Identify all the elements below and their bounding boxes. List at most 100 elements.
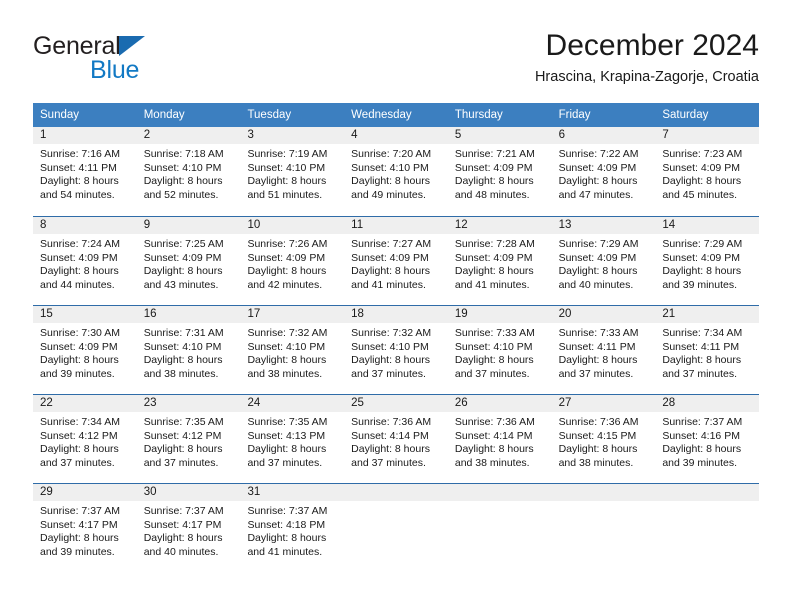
sunset-text: Sunset: 4:09 PM: [247, 251, 326, 264]
sunrise-text: Sunrise: 7:20 AM: [351, 148, 432, 160]
day-sun-info: Sunrise: 7:37 AM Sunset: 4:17 PM Daylight:…: [137, 501, 241, 559]
generalblue-logo: General Blue: [33, 32, 243, 90]
day-cell[interactable]: 28 Sunrise: 7:37 AM Sunset: 4:16 PM Dayligh…: [655, 395, 760, 483]
sunset-text: Sunset: 4:09 PM: [351, 251, 429, 264]
day-cell[interactable]: 24 Sunrise: 7:35 AM Sunset: 4:13 PM Dayligh…: [240, 395, 345, 483]
daylight-text: Daylight: 8 hours and 52 minutes.: [143, 175, 223, 201]
day-sun-info: Sunrise: 7:34 AM Sunset: 4:12 PM Daylight:…: [33, 412, 137, 470]
weekday-header-sunday: Sunday: [40, 109, 80, 121]
daylight-text: Daylight: 8 hours and 41 minutes.: [351, 265, 430, 291]
day-cell[interactable]: 23 Sunrise: 7:35 AM Sunset: 4:12 PM Dayligh…: [136, 395, 241, 483]
sunset-text: Sunset: 4:09 PM: [662, 251, 740, 264]
daylight-text: Daylight: 8 hours and 40 minutes.: [558, 265, 638, 291]
day-sun-info: Sunrise: 7:37 AM Sunset: 4:18 PM Daylight:…: [240, 501, 344, 559]
sunrise-text: Sunrise: 7:32 AM: [247, 327, 328, 339]
day-cell[interactable]: 10 Sunrise: 7:26 AM Sunset: 4:09 PM Dayligh…: [240, 217, 345, 305]
sunset-text: Sunset: 4:12 PM: [40, 429, 118, 442]
day-number: 3: [240, 127, 345, 144]
day-cell[interactable]: 15 Sunrise: 7:30 AM Sunset: 4:09 PM Dayligh…: [33, 306, 137, 394]
sunset-text: Sunset: 4:09 PM: [454, 251, 533, 264]
sunset-text: Sunset: 4:10 PM: [143, 340, 222, 353]
day-cell[interactable]: 13 Sunrise: 7:29 AM Sunset: 4:09 PM Dayligh…: [551, 217, 656, 305]
day-cell[interactable]: 25 Sunrise: 7:36 AM Sunset: 4:14 PM Dayligh…: [344, 395, 448, 483]
daylight-text: Daylight: 8 hours and 41 minutes.: [454, 265, 534, 291]
page-title: December 2024: [545, 29, 759, 62]
day-number: 2: [136, 127, 241, 144]
daylight-text: Daylight: 8 hours and 43 minutes.: [143, 265, 223, 291]
day-number: 26: [447, 395, 552, 412]
day-cell[interactable]: 31 Sunrise: 7:37 AM Sunset: 4:18 PM Dayligh…: [240, 484, 345, 572]
sunrise-text: Sunrise: 7:29 AM: [662, 238, 743, 250]
daylight-text: Daylight: 8 hours and 37 minutes.: [454, 354, 534, 380]
day-cell[interactable]: 4 Sunrise: 7:20 AM Sunset: 4:10 PM Daylight…: [344, 127, 448, 216]
day-cell[interactable]: 1 Sunrise: 7:16 AM Sunset: 4:11 PM Daylight…: [33, 127, 137, 216]
day-cell[interactable]: 22 Sunrise: 7:34 AM Sunset: 4:12 PM Dayligh…: [33, 395, 137, 483]
day-cell-empty: [447, 484, 552, 572]
day-cell[interactable]: 2 Sunrise: 7:18 AM Sunset: 4:10 PM Daylight…: [136, 127, 241, 216]
day-cell[interactable]: 5 Sunrise: 7:21 AM Sunset: 4:09 PM Daylight…: [447, 127, 552, 216]
sunset-text: Sunset: 4:09 PM: [454, 161, 533, 174]
day-sun-info: Sunrise: 7:26 AM Sunset: 4:09 PM Daylight:…: [240, 234, 344, 292]
day-cell[interactable]: 29 Sunrise: 7:37 AM Sunset: 4:17 PM Dayligh…: [33, 484, 137, 572]
day-sun-info: Sunrise: 7:29 AM Sunset: 4:09 PM Daylight:…: [655, 234, 759, 292]
day-sun-info: Sunrise: 7:32 AM Sunset: 4:10 PM Daylight:…: [240, 323, 344, 381]
calendar-page: General Blue December 2024 Hrascina, Kra…: [0, 0, 792, 612]
day-cell[interactable]: 11 Sunrise: 7:27 AM Sunset: 4:09 PM Dayligh…: [344, 217, 448, 305]
daylight-text: Daylight: 8 hours and 38 minutes.: [247, 354, 327, 380]
day-cell[interactable]: 30 Sunrise: 7:37 AM Sunset: 4:17 PM Dayligh…: [136, 484, 241, 572]
sunrise-text: Sunrise: 7:35 AM: [143, 416, 224, 428]
weekday-header-thursday: Thursday: [454, 109, 503, 121]
day-cell[interactable]: 6 Sunrise: 7:22 AM Sunset: 4:09 PM Daylight…: [551, 127, 656, 216]
sunrise-text: Sunrise: 7:37 AM: [143, 505, 224, 517]
calendar-week-row: 8 Sunrise: 7:24 AM Sunset: 4:09 PM Daylight…: [33, 216, 760, 305]
day-cell[interactable]: 18 Sunrise: 7:32 AM Sunset: 4:10 PM Dayligh…: [344, 306, 448, 394]
daylight-text: Daylight: 8 hours and 49 minutes.: [351, 175, 430, 201]
day-sun-info: Sunrise: 7:21 AM Sunset: 4:09 PM Daylight:…: [448, 144, 552, 202]
day-cell[interactable]: 27 Sunrise: 7:36 AM Sunset: 4:15 PM Dayligh…: [551, 395, 656, 483]
day-number: 13: [551, 217, 656, 234]
daylight-text: Daylight: 8 hours and 37 minutes.: [351, 354, 430, 380]
day-cell[interactable]: 26 Sunrise: 7:36 AM Sunset: 4:14 PM Dayligh…: [447, 395, 552, 483]
sunrise-text: Sunrise: 7:37 AM: [662, 416, 743, 428]
day-cell[interactable]: 17 Sunrise: 7:32 AM Sunset: 4:10 PM Dayligh…: [240, 306, 345, 394]
day-cell[interactable]: 8 Sunrise: 7:24 AM Sunset: 4:09 PM Daylight…: [33, 217, 137, 305]
day-sun-info: Sunrise: 7:20 AM Sunset: 4:10 PM Daylight:…: [344, 144, 448, 202]
day-sun-info: Sunrise: 7:32 AM Sunset: 4:10 PM Daylight:…: [344, 323, 448, 381]
sunrise-text: Sunrise: 7:18 AM: [143, 148, 224, 160]
sunset-text: Sunset: 4:14 PM: [351, 429, 429, 442]
day-number: 6: [551, 127, 656, 144]
page-header: General Blue December 2024 Hrascina, Kra…: [33, 28, 759, 94]
logo-text-blue: Blue: [90, 56, 140, 84]
day-cell[interactable]: 14 Sunrise: 7:29 AM Sunset: 4:09 PM Dayligh…: [655, 217, 760, 305]
weekday-header-saturday: Saturday: [662, 109, 709, 121]
day-number: 1: [33, 127, 137, 144]
daylight-text: Daylight: 8 hours and 45 minutes.: [662, 175, 742, 201]
day-cell[interactable]: 7 Sunrise: 7:23 AM Sunset: 4:09 PM Daylight…: [655, 127, 760, 216]
day-cell[interactable]: 16 Sunrise: 7:31 AM Sunset: 4:10 PM Dayligh…: [136, 306, 241, 394]
day-cell[interactable]: 19 Sunrise: 7:33 AM Sunset: 4:10 PM Dayligh…: [447, 306, 552, 394]
day-sun-info: Sunrise: 7:36 AM Sunset: 4:14 PM Daylight:…: [344, 412, 448, 470]
day-cell[interactable]: 9 Sunrise: 7:25 AM Sunset: 4:09 PM Daylight…: [136, 217, 241, 305]
day-cell[interactable]: 20 Sunrise: 7:33 AM Sunset: 4:11 PM Dayligh…: [551, 306, 656, 394]
day-sun-info: Sunrise: 7:19 AM Sunset: 4:10 PM Daylight:…: [240, 144, 344, 202]
sunset-text: Sunset: 4:11 PM: [40, 161, 117, 174]
sunrise-text: Sunrise: 7:37 AM: [40, 505, 120, 517]
sunrise-text: Sunrise: 7:32 AM: [351, 327, 432, 339]
day-sun-info: Sunrise: 7:34 AM Sunset: 4:11 PM Daylight:…: [655, 323, 759, 381]
day-cell[interactable]: 21 Sunrise: 7:34 AM Sunset: 4:11 PM Dayligh…: [655, 306, 760, 394]
logo-triangle-icon: [119, 36, 145, 56]
day-sun-info: Sunrise: 7:23 AM Sunset: 4:09 PM Daylight:…: [655, 144, 759, 202]
day-cell[interactable]: 3 Sunrise: 7:19 AM Sunset: 4:10 PM Daylight…: [240, 127, 345, 216]
day-sun-info: Sunrise: 7:33 AM Sunset: 4:11 PM Daylight:…: [552, 323, 656, 381]
day-sun-info: Sunrise: 7:35 AM Sunset: 4:12 PM Daylight:…: [137, 412, 241, 470]
day-number: [655, 484, 760, 501]
weekday-header-wednesday: Wednesday: [351, 109, 412, 121]
day-sun-info: Sunrise: 7:30 AM Sunset: 4:09 PM Daylight:…: [33, 323, 137, 381]
day-cell-empty: [551, 484, 656, 572]
day-number: 19: [447, 306, 552, 323]
day-cell[interactable]: 12 Sunrise: 7:28 AM Sunset: 4:09 PM Dayligh…: [447, 217, 552, 305]
sunrise-text: Sunrise: 7:22 AM: [558, 148, 639, 160]
day-number: 20: [551, 306, 656, 323]
daylight-text: Daylight: 8 hours and 39 minutes.: [40, 354, 119, 380]
sunrise-text: Sunrise: 7:37 AM: [247, 505, 328, 517]
